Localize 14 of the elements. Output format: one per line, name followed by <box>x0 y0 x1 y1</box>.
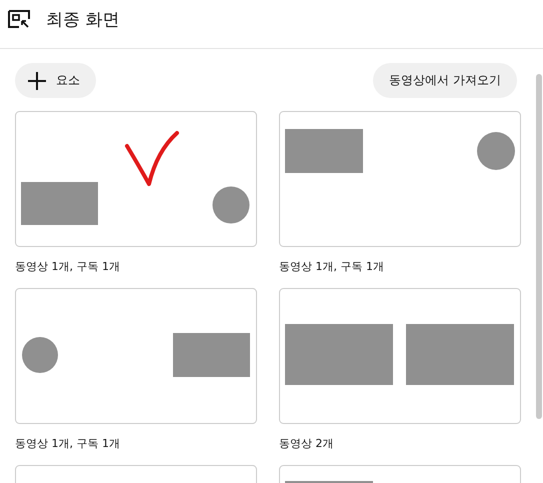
template-card[interactable] <box>15 288 257 424</box>
template-caption: 동영상 1개, 구독 1개 <box>279 259 385 274</box>
add-element-button[interactable]: 요소 <box>15 63 96 98</box>
template-card[interactable] <box>279 111 521 247</box>
template-card[interactable] <box>279 288 521 424</box>
template-caption: 동영상 1개, 구독 1개 <box>15 436 121 451</box>
plus-icon <box>28 72 46 90</box>
template-caption: 동영상 2개 <box>279 436 334 451</box>
template-caption: 동영상 1개, 구독 1개 <box>15 259 121 274</box>
panel-title: 최종 화면 <box>46 8 120 30</box>
import-from-video-button[interactable]: 동영상에서 가져오기 <box>373 63 517 98</box>
template-card[interactable] <box>15 111 257 247</box>
end-screen-icon <box>8 10 30 28</box>
scrollbar[interactable] <box>536 74 542 419</box>
